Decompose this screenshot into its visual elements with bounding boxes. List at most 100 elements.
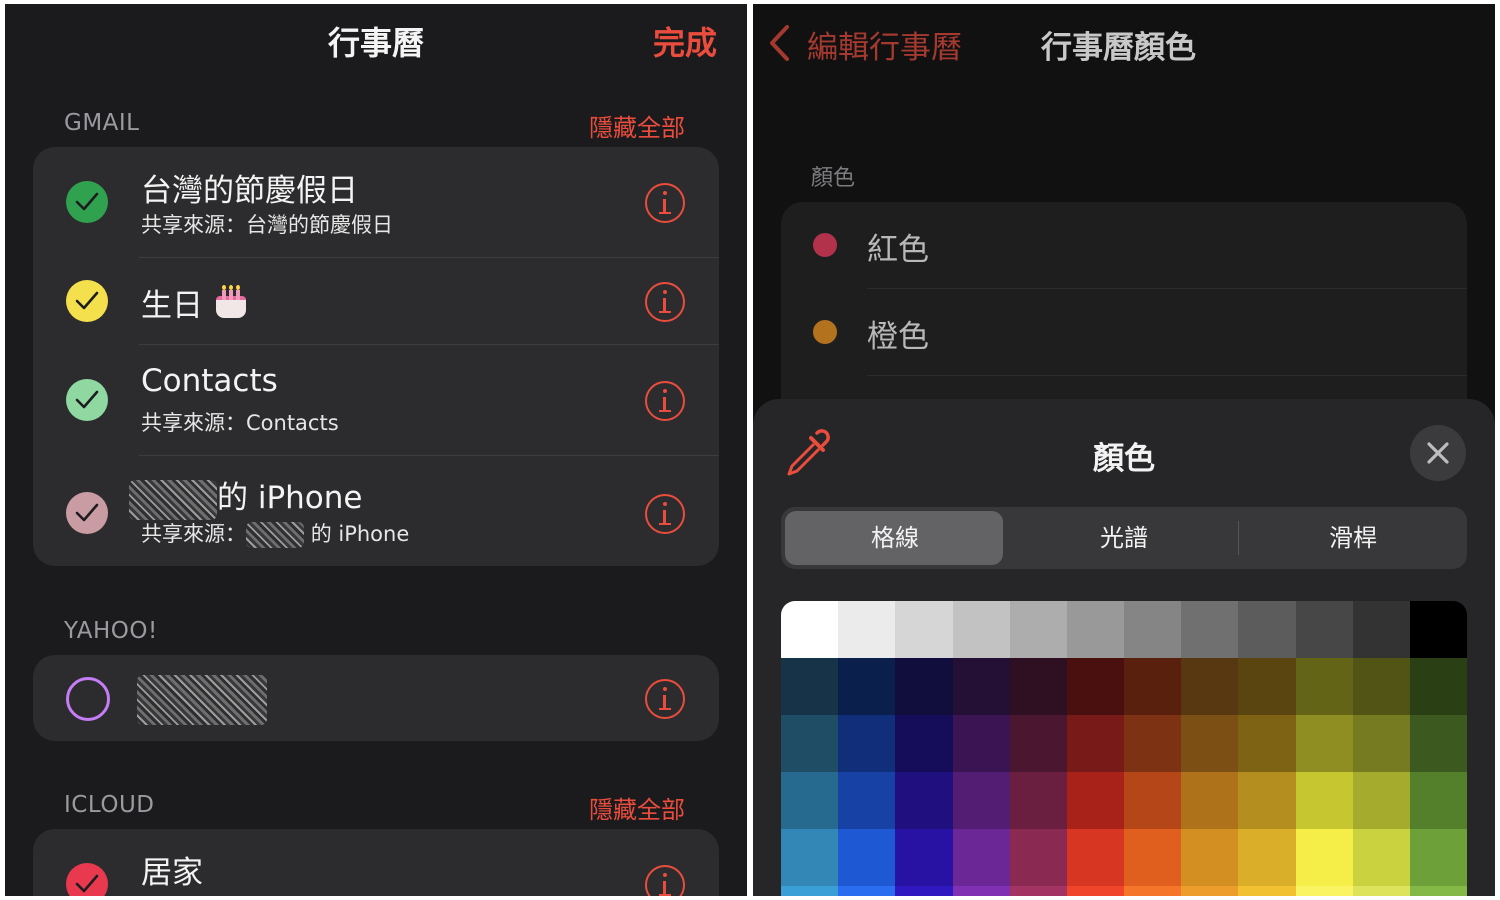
calendar-row-yahoo[interactable]	[33, 655, 719, 741]
calendar-check-icon[interactable]	[66, 181, 108, 223]
color-grid-cell[interactable]	[1124, 886, 1182, 896]
color-grid-cell[interactable]	[1352, 715, 1411, 772]
color-grid-cell[interactable]	[1295, 829, 1354, 886]
color-grid-cell[interactable]	[1238, 772, 1297, 829]
color-grid-cell[interactable]	[1181, 658, 1240, 715]
info-icon[interactable]	[645, 381, 685, 421]
color-grid-cell[interactable]	[1009, 715, 1068, 772]
color-grid-cell[interactable]	[781, 886, 839, 896]
color-grid-cell[interactable]	[1066, 829, 1125, 886]
color-grid-cell[interactable]	[952, 886, 1011, 896]
color-grid-cell[interactable]	[952, 658, 1011, 715]
color-grid-cell[interactable]	[781, 715, 839, 772]
color-grid-cell[interactable]	[1409, 658, 1467, 715]
color-grid-cell[interactable]	[1124, 772, 1182, 829]
calendar-row-iphone[interactable]: 的 iPhone 共享來源： 的 iPhone	[33, 456, 719, 566]
color-grid-cell[interactable]	[1181, 715, 1240, 772]
color-grid-cell[interactable]	[1238, 829, 1297, 886]
color-grid-cell[interactable]	[952, 715, 1011, 772]
color-grid-cell[interactable]	[1066, 886, 1125, 896]
color-grid-cell[interactable]	[1066, 772, 1125, 829]
done-button[interactable]: 完成	[653, 18, 717, 64]
color-grid-cell[interactable]	[1066, 715, 1125, 772]
color-grid-cell[interactable]	[952, 772, 1011, 829]
color-grid-cell[interactable]	[1352, 772, 1411, 829]
calendar-row-contacts[interactable]: Contacts 共享來源：Contacts	[33, 345, 719, 455]
color-grid-cell[interactable]	[838, 886, 897, 896]
color-grid-cell[interactable]	[1181, 772, 1240, 829]
color-grid-cell[interactable]	[895, 829, 954, 886]
info-icon[interactable]	[645, 679, 685, 719]
color-grid-cell[interactable]	[1124, 829, 1182, 886]
color-grid-cell[interactable]	[1295, 772, 1354, 829]
color-option-red[interactable]: 紅色	[781, 202, 1467, 288]
info-icon[interactable]	[645, 282, 685, 322]
calendar-row-birthdays[interactable]: 生日	[33, 258, 719, 344]
color-grid-cell[interactable]	[1295, 886, 1354, 896]
color-grid-cell[interactable]	[952, 829, 1011, 886]
color-grid-cell[interactable]	[1009, 886, 1068, 896]
calendar-check-icon[interactable]	[66, 863, 108, 896]
color-grid-cell[interactable]	[1066, 601, 1125, 658]
info-icon[interactable]	[645, 183, 685, 223]
color-grid-cell[interactable]	[781, 829, 839, 886]
color-grid-cell[interactable]	[1238, 601, 1297, 658]
color-grid-cell[interactable]	[1238, 886, 1297, 896]
color-grid-cell[interactable]	[1295, 658, 1354, 715]
hide-all-gmail-button[interactable]: 隱藏全部	[589, 108, 685, 143]
color-grid-cell[interactable]	[1409, 886, 1467, 896]
color-grid-cell[interactable]	[1124, 601, 1182, 658]
color-grid-cell[interactable]	[838, 601, 897, 658]
color-grid-cell[interactable]	[1409, 772, 1467, 829]
color-grid-cell[interactable]	[1238, 658, 1297, 715]
color-grid-cell[interactable]	[1352, 658, 1411, 715]
hide-all-icloud-button[interactable]: 隱藏全部	[589, 790, 685, 825]
color-grid-cell[interactable]	[895, 658, 954, 715]
color-grid-cell[interactable]	[1409, 601, 1467, 658]
color-grid-cell[interactable]	[1409, 715, 1467, 772]
color-grid-cell[interactable]	[1181, 601, 1240, 658]
color-grid-cell[interactable]	[781, 658, 839, 715]
color-grid-cell[interactable]	[895, 715, 954, 772]
color-grid-cell[interactable]	[1295, 601, 1354, 658]
color-grid-cell[interactable]	[781, 772, 839, 829]
color-grid-cell[interactable]	[1066, 658, 1125, 715]
info-icon[interactable]	[645, 865, 685, 896]
color-grid-cell[interactable]	[1295, 715, 1354, 772]
color-grid-cell[interactable]	[1181, 886, 1240, 896]
color-grid-cell[interactable]	[1009, 658, 1068, 715]
color-grid-cell[interactable]	[1352, 829, 1411, 886]
calendar-row-home[interactable]: 居家	[33, 829, 719, 896]
color-grid-cell[interactable]	[1181, 829, 1240, 886]
calendar-row-holidays[interactable]: 台灣的節慶假日 共享來源：台灣的節慶假日	[33, 147, 719, 257]
tab-grid[interactable]: 格線	[781, 507, 1009, 569]
color-grid-cell[interactable]	[1009, 772, 1068, 829]
back-chevron-icon[interactable]	[767, 24, 793, 66]
color-grid-cell[interactable]	[838, 715, 897, 772]
calendar-unchecked-icon[interactable]	[66, 677, 110, 721]
calendar-check-icon[interactable]	[66, 280, 108, 322]
close-button[interactable]	[1410, 425, 1466, 481]
calendar-check-icon[interactable]	[66, 492, 108, 534]
tab-spectrum[interactable]: 光譜	[1010, 507, 1238, 569]
color-grid-cell[interactable]	[1009, 601, 1068, 658]
color-grid-cell[interactable]	[838, 658, 897, 715]
color-grid-cell[interactable]	[1124, 658, 1182, 715]
color-grid-cell[interactable]	[838, 829, 897, 886]
color-grid-cell[interactable]	[838, 772, 897, 829]
color-grid-cell[interactable]	[1352, 886, 1411, 896]
color-grid-cell[interactable]	[1352, 601, 1411, 658]
tab-sliders[interactable]: 滑桿	[1239, 507, 1467, 569]
calendar-check-icon[interactable]	[66, 379, 108, 421]
back-button[interactable]: 編輯行事曆	[807, 22, 962, 67]
color-option-orange[interactable]: 橙色	[781, 289, 1467, 375]
color-grid-cell[interactable]	[1238, 715, 1297, 772]
color-grid-cell[interactable]	[895, 772, 954, 829]
color-grid-cell[interactable]	[895, 601, 954, 658]
color-grid-cell[interactable]	[895, 886, 954, 896]
color-grid-cell[interactable]	[1409, 829, 1467, 886]
info-icon[interactable]	[645, 494, 685, 534]
color-grid-cell[interactable]	[781, 601, 839, 658]
color-grid-cell[interactable]	[1124, 715, 1182, 772]
color-grid-cell[interactable]	[1009, 829, 1068, 886]
